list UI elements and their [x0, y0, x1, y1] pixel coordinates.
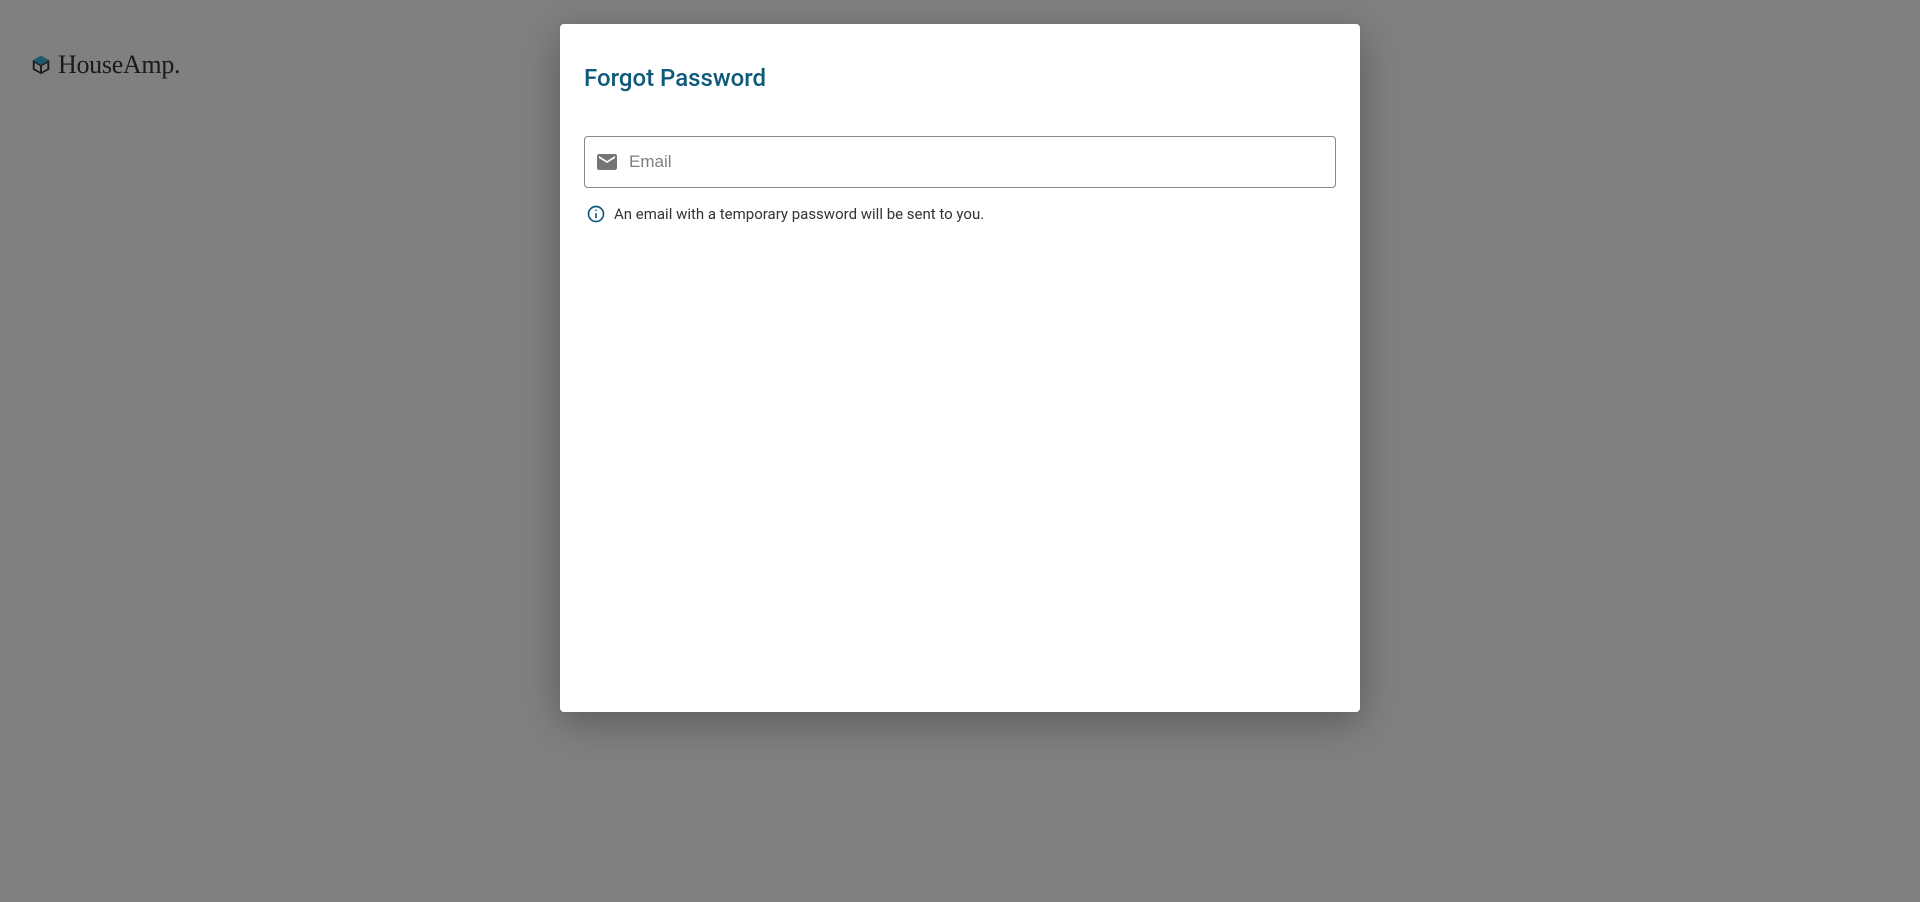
forgot-password-modal: Forgot Password An email with a temporar…	[560, 24, 1360, 712]
cube-icon	[30, 54, 52, 76]
mail-icon	[595, 150, 619, 174]
brand-name: HouseAmp.	[58, 50, 180, 80]
email-input-wrapper[interactable]	[584, 136, 1336, 188]
info-icon	[586, 204, 606, 224]
email-field[interactable]	[629, 137, 1325, 187]
info-text: An email with a temporary password will …	[614, 205, 984, 223]
info-message: An email with a temporary password will …	[584, 204, 1336, 224]
modal-title: Forgot Password	[584, 64, 1336, 92]
brand-logo: HouseAmp.	[30, 50, 180, 80]
